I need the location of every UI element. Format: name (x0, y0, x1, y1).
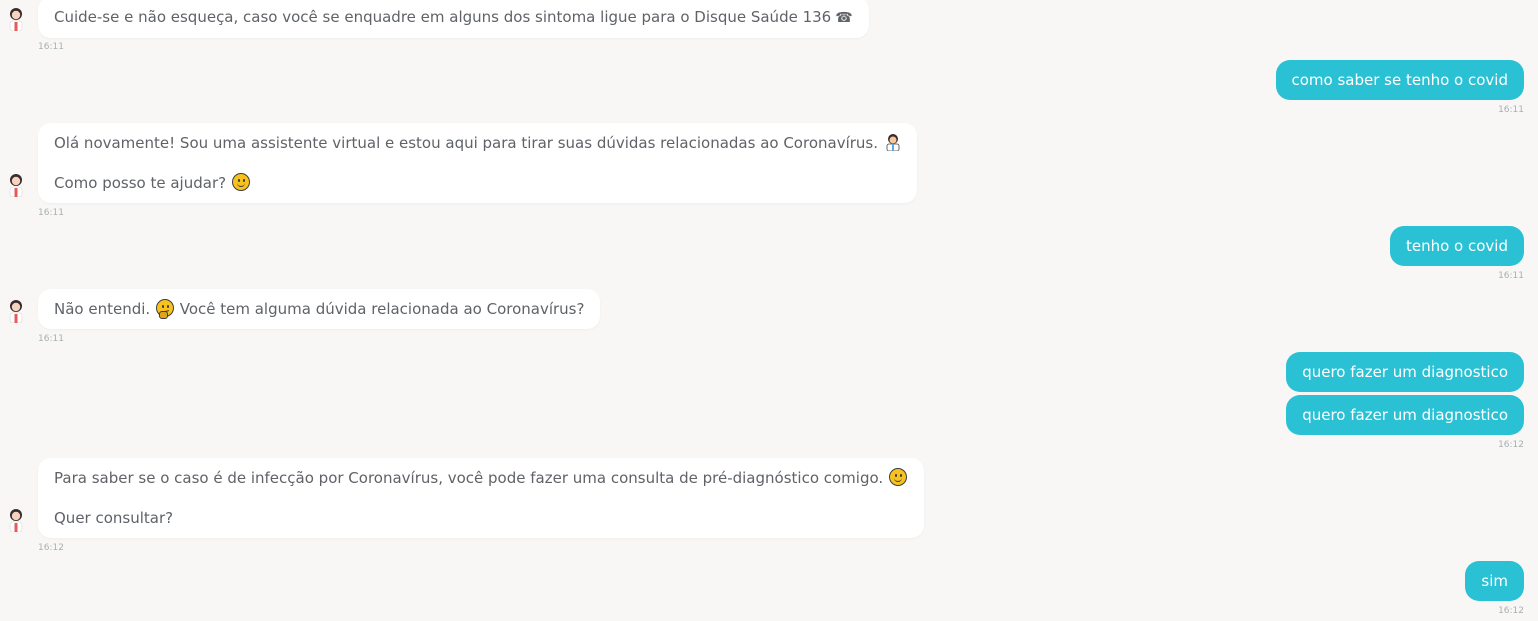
smile-emoji-icon (888, 468, 907, 486)
message-timestamp: 16:11 (38, 208, 64, 218)
bot-avatar-icon (9, 174, 23, 197)
bot-message: Olá novamente! Sou uma assistente virtua… (38, 123, 917, 203)
message-text: como saber se tenho o covid (1291, 71, 1509, 89)
user-message: sim (1465, 561, 1524, 601)
message-timestamp: 16:12 (1498, 606, 1524, 616)
message-timestamp: 16:11 (1498, 105, 1524, 115)
bot-avatar-icon (9, 300, 23, 323)
message-text: sim (1481, 572, 1508, 590)
message-text: Olá novamente! Sou uma assistente virtua… (54, 134, 878, 152)
message-text: Cuide-se e não esqueça, caso você se enq… (54, 8, 832, 26)
message-text: Para saber se o caso é de infecção por C… (54, 469, 884, 487)
user-message: como saber se tenho o covid (1275, 60, 1524, 100)
chat-conversation: Cuide-se e não esqueça, caso você se enq… (0, 0, 1538, 621)
message-text: Você tem alguma dúvida relacionada ao Co… (179, 300, 585, 318)
bot-message: Cuide-se e não esqueça, caso você se enq… (38, 0, 869, 38)
bot-message: Para saber se o caso é de infecção por C… (38, 458, 924, 538)
message-timestamp: 16:11 (1498, 271, 1524, 281)
bot-message: Não entendi. Você tem alguma dúvida rela… (38, 289, 601, 329)
health-worker-icon (886, 134, 900, 151)
phone-icon: ☎ (835, 10, 853, 26)
message-text: quero fazer um diagnostico (1302, 406, 1508, 424)
bot-avatar-icon (9, 8, 23, 31)
user-message: quero fazer um diagnostico (1286, 395, 1524, 435)
message-timestamp: 16:12 (38, 543, 64, 553)
message-text: quero fazer um diagnostico (1302, 363, 1508, 381)
bot-avatar-icon (9, 509, 23, 532)
message-text: Como posso te ajudar? (54, 174, 227, 192)
message-timestamp: 16:11 (38, 42, 64, 52)
message-text: Quer consultar? (54, 509, 174, 527)
thinking-emoji-icon (155, 299, 174, 319)
message-text: tenho o covid (1405, 237, 1508, 255)
user-message: tenho o covid (1389, 226, 1524, 266)
message-timestamp: 16:12 (1498, 440, 1524, 450)
message-timestamp: 16:11 (38, 334, 64, 344)
smile-emoji-icon (231, 173, 250, 191)
user-message: quero fazer um diagnostico (1286, 352, 1524, 392)
message-text: Não entendi. (54, 300, 151, 318)
